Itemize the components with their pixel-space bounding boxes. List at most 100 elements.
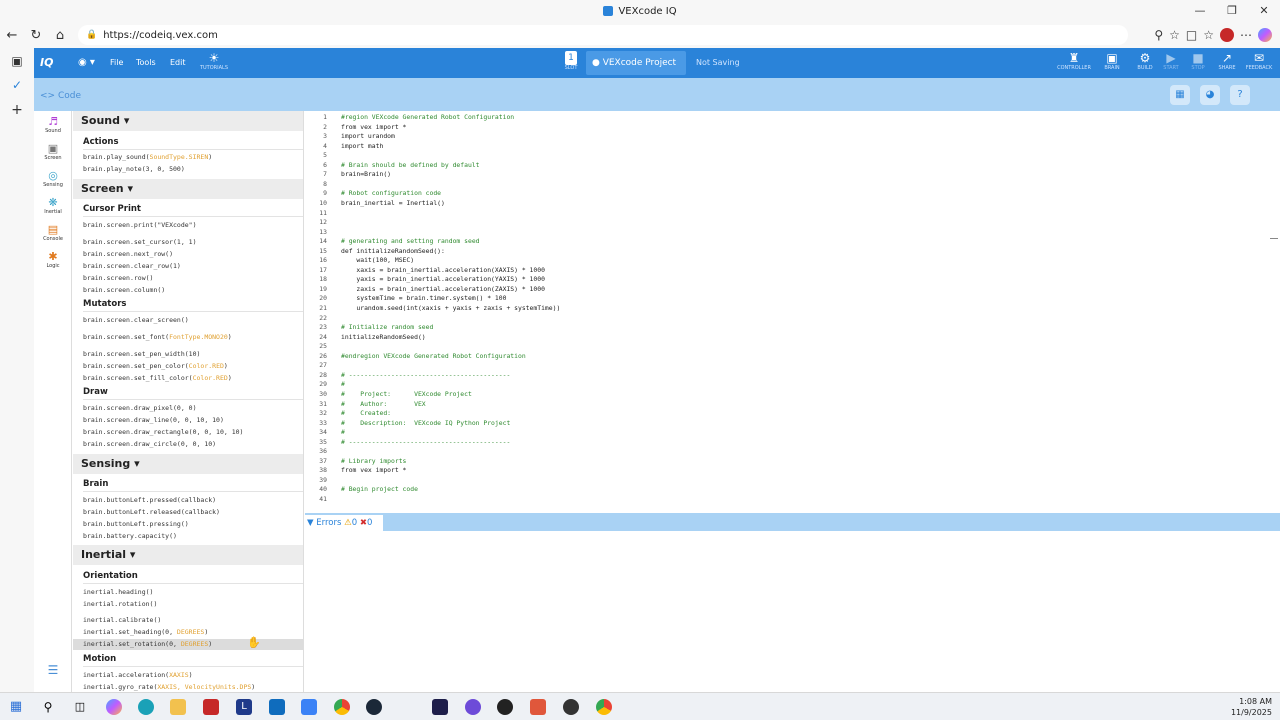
home-icon[interactable]: ⌂ [48, 28, 72, 43]
code-tab[interactable]: <> Code [34, 82, 86, 111]
back-icon[interactable]: ← [0, 28, 24, 43]
category-inertial[interactable]: ❋ Inertial [34, 196, 72, 215]
favorite-star-icon[interactable]: ☆ [1169, 28, 1180, 42]
controller-button[interactable]: ♜ CONTROLLER [1054, 51, 1094, 71]
slot-button[interactable]: 1 SLOT [558, 51, 584, 71]
cmd-draw-pixel[interactable]: brain.screen.draw_pixel(0, 0) [83, 404, 197, 412]
app-dark-icon[interactable] [432, 699, 448, 715]
code-line[interactable]: # --------------------------------------… [341, 371, 510, 379]
code-line[interactable]: initializeRandomSeed() [341, 333, 426, 341]
windows-start-icon[interactable]: ▦ [8, 699, 24, 715]
errors-tab[interactable]: ▼ Errors ⚠0 ✖0 [305, 515, 383, 531]
code-line[interactable]: urandom.seed(int(xaxis + yaxis + zaxis +… [341, 304, 560, 312]
task-view-icon[interactable]: ◫ [72, 699, 88, 715]
more-menu-icon[interactable]: ⋯ [1240, 28, 1252, 42]
code-line[interactable]: # Brain should be defined by default [341, 161, 480, 169]
cmd-set-rotation[interactable]: inertial.set_rotation(0, DEGREES) [83, 640, 212, 648]
section-sound[interactable]: Sound ▾ [73, 111, 303, 131]
category-screen[interactable]: ▣ Screen [34, 142, 72, 161]
code-line[interactable]: zaxis = brain_inertial.acceleration(ZAXI… [341, 285, 545, 293]
zoom-icon[interactable]: ⚲ [1154, 28, 1163, 42]
category-logic[interactable]: ✱ Logic [34, 250, 72, 269]
store-icon[interactable] [301, 699, 317, 715]
cmd-set-cursor[interactable]: brain.screen.set_cursor(1, 1) [83, 238, 197, 246]
file-explorer-icon[interactable] [170, 699, 186, 715]
cmd-gyro-rate[interactable]: inertial.gyro_rate(XAXIS, VelocityUnits.… [83, 683, 255, 691]
edge-icon[interactable] [138, 699, 154, 715]
feedback-button[interactable]: ✉ FEEDBACK [1242, 51, 1276, 71]
cmd-set-heading[interactable]: inertial.set_heading(0, DEGREES) [83, 628, 208, 636]
code-line[interactable]: import math [341, 142, 383, 150]
code-line[interactable]: #endregion VEXcode Generated Robot Confi… [341, 352, 526, 360]
minimize-icon[interactable]: — [1184, 0, 1216, 22]
github-icon[interactable] [497, 699, 513, 715]
project-name-field[interactable]: ● VEXcode Project [586, 51, 686, 75]
code-editor[interactable]: 1 #region VEXcode Generated Robot Configu… [305, 111, 1280, 513]
favorites-icon[interactable]: ☆ [1203, 28, 1214, 42]
chrome-icon[interactable] [334, 699, 350, 715]
dashboard-icon[interactable]: ◕ [1200, 85, 1220, 105]
cmd-clear-row[interactable]: brain.screen.clear_row(1) [83, 262, 181, 270]
tutorials-button[interactable]: ☀ TUTORIALS [194, 51, 234, 71]
copilot-taskbar-icon[interactable] [106, 699, 122, 715]
cmd-draw-rectangle[interactable]: brain.screen.draw_rectangle(0, 0, 10, 10… [83, 428, 243, 436]
code-line[interactable]: import urandom [341, 132, 395, 140]
toolbox-toggle-icon[interactable]: ☰ [34, 663, 72, 677]
code-line[interactable]: yaxis = brain_inertial.acceleration(YAXI… [341, 275, 545, 283]
code-line[interactable]: # Created: [341, 409, 391, 417]
code-line[interactable]: # Project: VEXcode Project [341, 390, 472, 398]
code-line[interactable]: # Begin project code [341, 485, 418, 493]
code-line[interactable]: from vex import * [341, 466, 406, 474]
steam-icon[interactable] [366, 699, 382, 715]
code-line[interactable]: wait(100, MSEC) [341, 256, 414, 264]
cmd-play-note[interactable]: brain.play_note(3, 0, 500) [83, 165, 185, 173]
extensions-icon[interactable]: □ [1186, 28, 1197, 42]
cmd-play-sound[interactable]: brain.play_sound(SoundType.SIREN) [83, 153, 212, 161]
code-line[interactable]: # Robot configuration code [341, 189, 441, 197]
category-sensing[interactable]: ◎ Sensing [34, 169, 72, 188]
code-line[interactable]: def initializeRandomSeed(): [341, 247, 445, 255]
code-line[interactable]: from vex import * [341, 123, 406, 131]
app-red-icon[interactable] [203, 699, 219, 715]
system-clock[interactable]: 1:08 AM 11/9/2025 [1231, 696, 1272, 718]
file-menu[interactable]: File [110, 48, 123, 78]
copilot-icon[interactable] [1258, 28, 1272, 42]
chrome-profile-icon[interactable] [596, 699, 612, 715]
build-button[interactable]: ⚙ BUILD [1132, 51, 1158, 71]
cmd-set-pen-color[interactable]: brain.screen.set_pen_color(Color.RED) [83, 362, 228, 370]
cmd-set-font[interactable]: brain.screen.set_font(FontType.MONO20) [83, 333, 232, 341]
app-purple-icon[interactable] [465, 699, 481, 715]
tools-menu[interactable]: Tools [136, 48, 156, 78]
cmd-calibrate[interactable]: inertial.calibrate() [83, 616, 161, 624]
code-line[interactable]: brain_inertial = Inertial() [341, 199, 445, 207]
help-icon[interactable]: ? [1230, 85, 1250, 105]
stop-button[interactable]: ■ STOP [1185, 51, 1211, 71]
code-line[interactable]: # Initialize random seed [341, 323, 433, 331]
category-console[interactable]: ▤ Console [34, 223, 72, 242]
app-black-icon[interactable] [563, 699, 579, 715]
section-sensing[interactable]: Sensing ▾ [73, 454, 303, 474]
devices-icon[interactable]: ▦ [1170, 85, 1190, 105]
language-globe-icon[interactable]: ◉ ▾ [78, 48, 95, 78]
cmd-rotation[interactable]: inertial.rotation() [83, 600, 157, 608]
category-sound[interactable]: ♬ Sound [34, 115, 72, 134]
code-line[interactable]: xaxis = brain_inertial.acceleration(XAXI… [341, 266, 545, 274]
tab-actions-icon[interactable]: ▣ [0, 54, 34, 68]
cmd-draw-line[interactable]: brain.screen.draw_line(0, 0, 10, 10) [83, 416, 224, 424]
outlook-icon[interactable] [269, 699, 285, 715]
vexcode-tab-icon[interactable]: ✓ [0, 78, 34, 92]
app-l-icon[interactable]: L [236, 699, 252, 715]
cmd-button-pressing[interactable]: brain.buttonLeft.pressing() [83, 520, 189, 528]
app-orange-icon[interactable] [530, 699, 546, 715]
section-screen[interactable]: Screen ▾ [73, 179, 303, 199]
url-field[interactable]: 🔒 https://codeiq.vex.com [78, 25, 1128, 45]
share-button[interactable]: ↗ SHARE [1214, 51, 1240, 71]
code-line[interactable]: brain=Brain() [341, 170, 391, 178]
maximize-icon[interactable]: ❐ [1216, 0, 1248, 22]
cmd-heading[interactable]: inertial.heading() [83, 588, 153, 596]
code-line[interactable]: # Library imports [341, 457, 406, 465]
cmd-set-fill-color[interactable]: brain.screen.set_fill_color(Color.RED) [83, 374, 232, 382]
code-line[interactable]: # Description: VEXcode IQ Python Project [341, 419, 510, 427]
cmd-next-row[interactable]: brain.screen.next_row() [83, 250, 173, 258]
cmd-set-pen-width[interactable]: brain.screen.set_pen_width(10) [83, 350, 200, 358]
